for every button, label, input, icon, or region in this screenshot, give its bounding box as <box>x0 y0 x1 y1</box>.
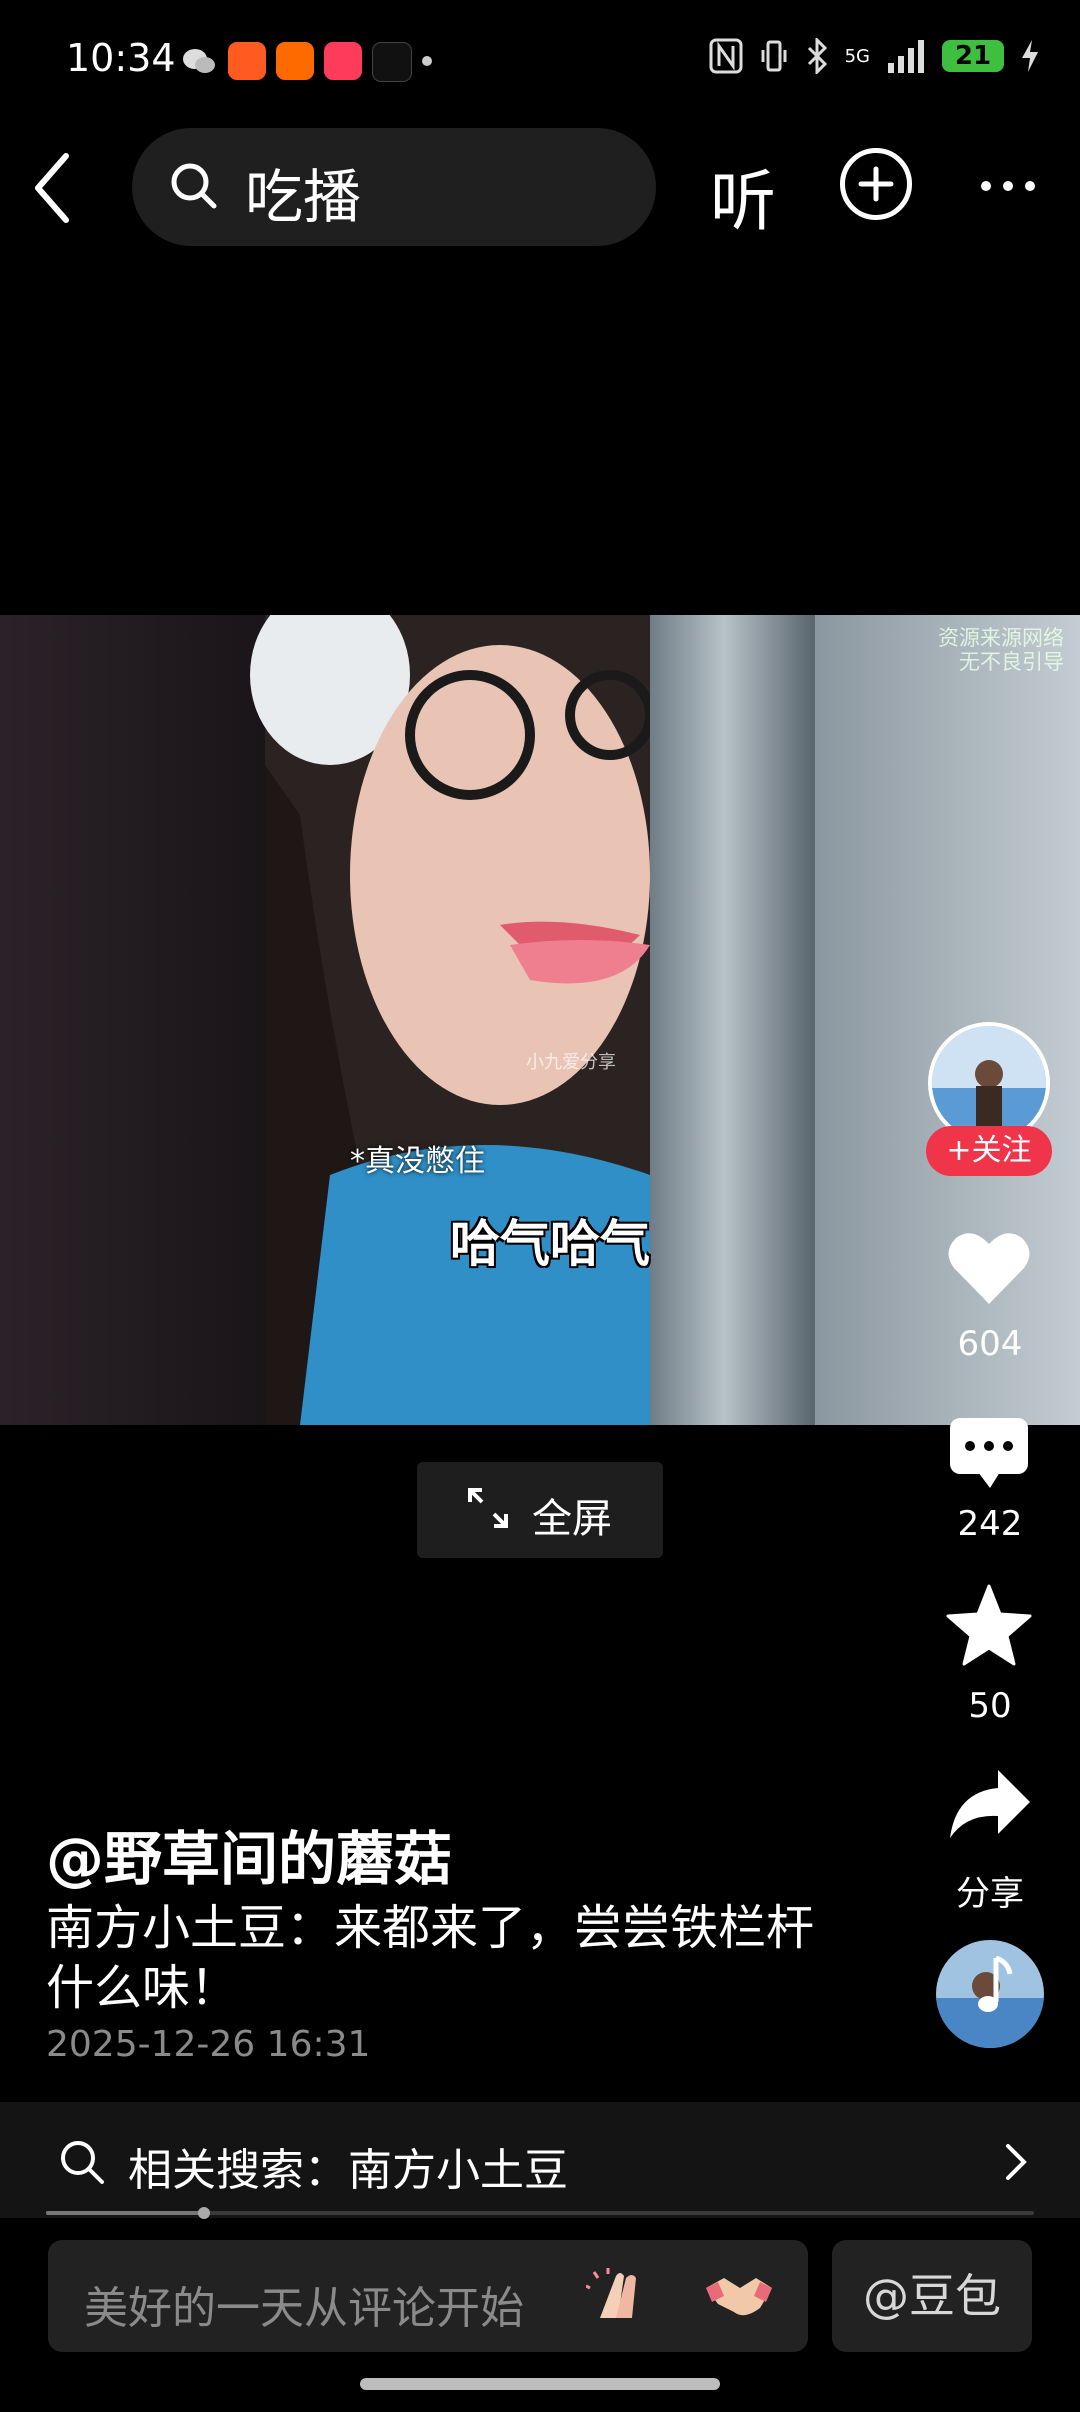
share-label: 分享 <box>956 1874 1024 1914</box>
back-button[interactable] <box>22 148 82 228</box>
nfc-icon <box>709 38 743 74</box>
related-search-icon <box>61 2141 104 2184</box>
favorite-count: 50 <box>968 1686 1012 1726</box>
comment-button[interactable] <box>948 1416 1030 1490</box>
comment-placeholder: 美好的一天从评论开始 <box>84 2283 524 2334</box>
network-type: 5G <box>844 45 870 67</box>
search-icon <box>171 163 217 209</box>
avatar-image <box>932 1026 1046 1140</box>
video-frame <box>0 615 1080 1425</box>
comment-count: 242 <box>957 1504 1023 1544</box>
tiktok-icon <box>372 42 412 82</box>
fullscreen-label: 全屏 <box>532 1496 612 1542</box>
video-app-icon <box>324 42 362 80</box>
notification-icons <box>180 42 432 82</box>
home-indicator[interactable] <box>360 2378 720 2390</box>
search-query[interactable]: 吃播 <box>245 150 361 234</box>
vibrate-icon <box>761 40 787 72</box>
expand-icon <box>468 1488 508 1528</box>
author-name[interactable]: @野草间的蘑菇 <box>46 1812 452 1896</box>
add-button[interactable] <box>840 148 912 220</box>
clap-emoji-icon[interactable] <box>586 2268 652 2324</box>
listen-button[interactable]: 听 <box>710 148 776 244</box>
wechat-icon <box>183 49 215 73</box>
notification-dot-icon <box>422 56 432 66</box>
taobao-icon <box>228 42 266 80</box>
more-options-button[interactable] <box>978 178 1038 194</box>
video-player[interactable] <box>0 615 1080 1425</box>
post-description: 南方小土豆：来都来了，尝尝铁栏杆什么味！ <box>46 1900 815 2016</box>
post-date: 2025-12-26 16:31 <box>46 2024 371 2065</box>
battery-icon: 21 <box>942 40 1004 72</box>
like-button[interactable] <box>946 1228 1032 1308</box>
like-count: 604 <box>957 1324 1023 1364</box>
grid-app-icon <box>276 42 314 80</box>
status-time: 10:34 <box>66 36 176 80</box>
follow-button[interactable]: +关注 <box>926 1126 1052 1176</box>
favorite-button[interactable] <box>946 1584 1032 1666</box>
signal-icon <box>888 40 924 73</box>
chevron-right-icon <box>1006 2144 1027 2180</box>
charging-icon <box>1022 40 1038 72</box>
share-button[interactable] <box>948 1768 1032 1840</box>
watermark-creator: 小九爱分享 <box>526 1052 616 1073</box>
doubao-button[interactable]: @豆包 <box>832 2240 1032 2352</box>
video-progress-handle[interactable] <box>198 2207 210 2219</box>
music-disc[interactable] <box>936 1940 1044 2048</box>
video-caption-small: *真没憋住 <box>350 1144 485 1179</box>
video-progress-fill <box>46 2211 204 2215</box>
watermark-source: 资源来源网络 无不良引导 <box>938 626 1064 674</box>
music-note-icon <box>936 1940 1044 2048</box>
handshake-emoji-icon[interactable] <box>704 2268 774 2324</box>
related-search-label: 相关搜索：南方小土豆 <box>128 2145 568 2196</box>
bluetooth-icon <box>807 38 827 74</box>
video-caption-big: 哈气哈气 <box>450 1215 650 1273</box>
status-indicators: 5G 21 <box>709 38 1040 74</box>
plus-icon <box>858 166 894 202</box>
